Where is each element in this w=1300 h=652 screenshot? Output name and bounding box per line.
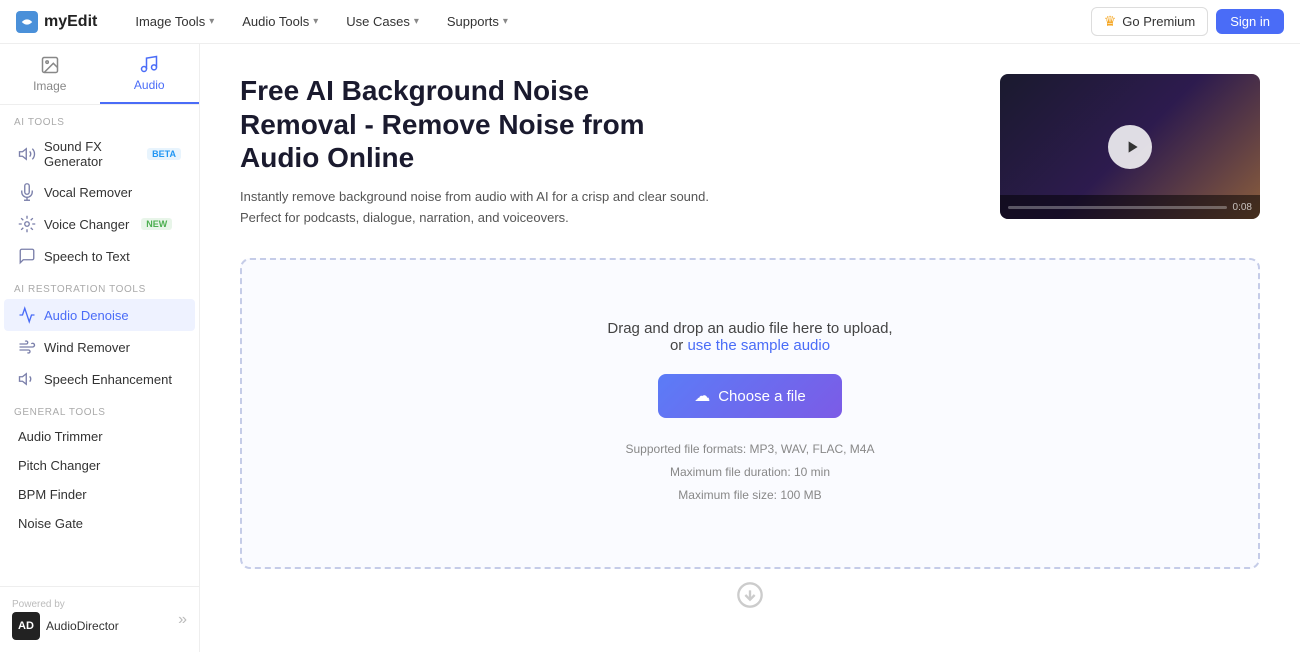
sidebar-item-noise-gate[interactable]: Noise Gate — [4, 509, 195, 538]
sidebar-item-wind-remover[interactable]: Wind Remover — [4, 331, 195, 363]
powered-by-label: Powered by — [12, 599, 119, 610]
file-info: Supported file formats: MP3, WAV, FLAC, … — [626, 438, 875, 507]
expand-icon[interactable]: » — [178, 611, 187, 629]
video-time: 0:08 — [1233, 202, 1252, 213]
sidebar-bottom: Powered by AD AudioDirector » — [0, 586, 199, 652]
sidebar-item-speech-to-text[interactable]: Speech to Text — [4, 240, 195, 272]
nav-audio-tools[interactable]: Audio Tools ▾ — [232, 8, 328, 35]
sidebar-item-vocal-remover[interactable]: Vocal Remover — [4, 176, 195, 208]
hero-title: Free AI Background Noise Removal - Remov… — [240, 74, 970, 175]
section-general: GENERAL TOOLS — [0, 395, 199, 422]
video-progress — [1008, 206, 1227, 209]
badge-beta: BETA — [147, 148, 181, 160]
sidebar-item-audio-trimmer[interactable]: Audio Trimmer — [4, 422, 195, 451]
nav-arrow-image: ▾ — [209, 16, 214, 27]
sidebar: Image Audio AI TOOLS Sound FX Generator … — [0, 44, 200, 652]
partner-name: AudioDirector — [46, 619, 119, 633]
sample-audio-link[interactable]: use the sample audio — [687, 337, 830, 354]
hero-description: Instantly remove background noise from a… — [240, 187, 720, 229]
logo-icon — [16, 11, 38, 33]
main-layout: Image Audio AI TOOLS Sound FX Generator … — [0, 44, 1300, 652]
nav-supports[interactable]: Supports ▾ — [437, 8, 518, 35]
sidebar-item-voice-changer[interactable]: Voice Changer NEW — [4, 208, 195, 240]
section-ai-tools: AI TOOLS — [0, 105, 199, 132]
sidebar-tabs: Image Audio — [0, 44, 199, 105]
sidebar-item-audio-denoise[interactable]: Audio Denoise — [4, 299, 195, 331]
hero-video[interactable]: 0:08 — [1000, 74, 1260, 219]
audiodirector-logo: AD — [12, 612, 40, 640]
sidebar-item-pitch-changer[interactable]: Pitch Changer — [4, 451, 195, 480]
video-bar: 0:08 — [1000, 195, 1260, 219]
tab-image[interactable]: Image — [0, 44, 100, 104]
dropzone-text: Drag and drop an audio file here to uplo… — [607, 320, 892, 354]
sidebar-item-bpm-finder[interactable]: BPM Finder — [4, 480, 195, 509]
sidebar-item-sound-fx[interactable]: Sound FX Generator BETA — [4, 132, 195, 176]
nav-arrow-supports: ▾ — [503, 16, 508, 27]
dropzone[interactable]: Drag and drop an audio file here to uplo… — [240, 258, 1260, 569]
hero-section: Free AI Background Noise Removal - Remov… — [240, 74, 1260, 228]
play-button[interactable] — [1108, 125, 1152, 169]
premium-button[interactable]: ♛ Go Premium — [1091, 7, 1209, 36]
signin-button[interactable]: Sign in — [1216, 9, 1284, 34]
nav-use-cases[interactable]: Use Cases ▾ — [336, 8, 429, 35]
sidebar-item-speech-enhancement[interactable]: Speech Enhancement — [4, 363, 195, 395]
hero-text: Free AI Background Noise Removal - Remov… — [240, 74, 970, 228]
crown-icon: ♛ — [1104, 13, 1117, 30]
logo-text: myEdit — [44, 13, 97, 31]
nav-arrow-use-cases: ▾ — [414, 16, 419, 27]
logo[interactable]: myEdit — [16, 11, 97, 33]
nav-image-tools[interactable]: Image Tools ▾ — [125, 8, 224, 35]
tab-audio[interactable]: Audio — [100, 44, 200, 104]
section-restoration: AI RESTORATION TOOLS — [0, 272, 199, 299]
scroll-indicator — [240, 569, 1260, 621]
nav-arrow-audio: ▾ — [313, 16, 318, 27]
upload-icon: ☁ — [694, 386, 710, 406]
navbar: myEdit Image Tools ▾ Audio Tools ▾ Use C… — [0, 0, 1300, 44]
badge-new: NEW — [141, 218, 172, 230]
main-content: Free AI Background Noise Removal - Remov… — [200, 44, 1300, 652]
choose-file-button[interactable]: ☁ Choose a file — [658, 374, 842, 418]
